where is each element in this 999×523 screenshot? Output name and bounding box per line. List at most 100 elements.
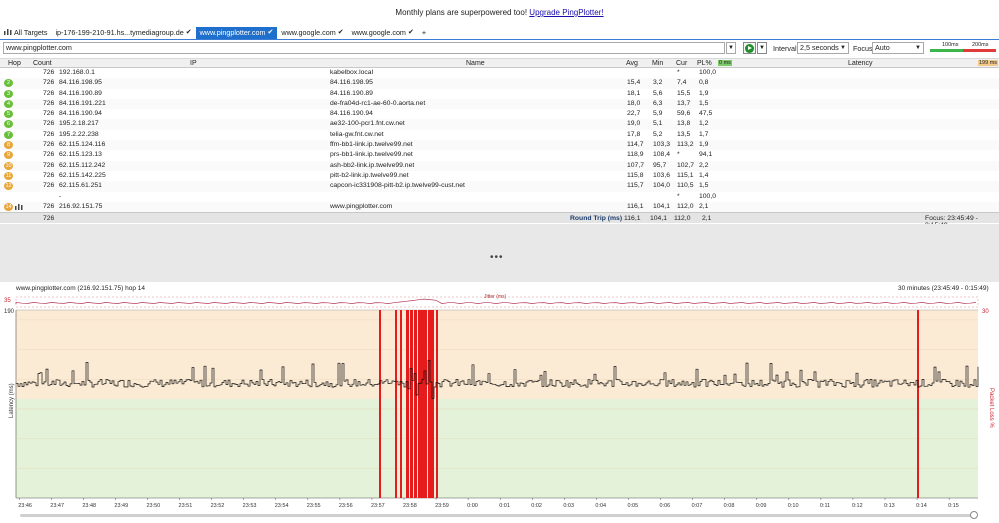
tab-2[interactable]: www.pingplotter.com ✔ bbox=[195, 27, 278, 39]
y-max-label: 190 bbox=[4, 309, 15, 315]
col-ip[interactable]: IP bbox=[190, 60, 197, 67]
hop-count: 726 bbox=[43, 69, 55, 76]
time-label: 23:57 bbox=[371, 503, 385, 509]
upgrade-link[interactable]: Upgrade PingPlotter! bbox=[529, 8, 603, 17]
hop-min: 103,3 bbox=[653, 141, 671, 149]
target-dropdown-button[interactable]: ▼ bbox=[726, 42, 736, 54]
hop-pl: 1,5 bbox=[699, 99, 709, 107]
hop-cur: * bbox=[677, 69, 680, 76]
legend-200: 200ms bbox=[972, 42, 989, 48]
time-label: 0:14 bbox=[916, 503, 927, 509]
hop-min: 5,9 bbox=[653, 110, 663, 118]
hop-ip: 62.115.124.116 bbox=[59, 141, 106, 149]
tab-label: ip-176-199-210-91.hs...tymediagroup.de bbox=[55, 28, 184, 37]
time-label: 23:58 bbox=[403, 503, 417, 509]
col-pl[interactable]: PL% bbox=[697, 60, 712, 67]
hop-row[interactable]: 12 726 62.115.61.251 capcon-ic331908-pitt-b… bbox=[0, 181, 999, 192]
hop-name: 84.116.190.94 bbox=[330, 110, 373, 118]
hop-row[interactable]: 3 726 84.116.190.89 84.116.190.89 18,1 5,6 15,… bbox=[0, 88, 999, 99]
hop-name: prs-bb1-link.ip.twelve99.net bbox=[330, 151, 413, 159]
hop-number: 4 bbox=[4, 99, 13, 108]
hop-row[interactable]: 2 726 84.116.198.95 84.116.198.95 15,4 3,2 7,4… bbox=[0, 78, 999, 89]
upgrade-banner: Monthly plans are superpowered too! Upgr… bbox=[0, 8, 999, 17]
hop-pl: 100,0 bbox=[699, 69, 717, 76]
packet-loss-bar bbox=[395, 310, 397, 498]
hop-name: ash-bb2-link.ip.twelve99.net bbox=[330, 161, 415, 169]
hop-row[interactable]: 9 726 62.115.123.13 prs-bb1-link.ip.twelve9… bbox=[0, 150, 999, 161]
col-avg[interactable]: Avg bbox=[626, 60, 638, 67]
packet-loss-bar bbox=[436, 310, 438, 498]
tab-0[interactable]: All Targets bbox=[0, 27, 51, 39]
packet-loss-bar bbox=[410, 310, 413, 498]
hop-number: 12 bbox=[4, 182, 13, 191]
hop-ip: 62.115.142.225 bbox=[59, 171, 106, 179]
col-count[interactable]: Count bbox=[33, 60, 52, 67]
hop-count: 726 bbox=[43, 89, 55, 97]
footer-label: Round Trip (ms) bbox=[570, 215, 623, 223]
hop-pl: 1,5 bbox=[699, 182, 709, 190]
tab-1[interactable]: ip-176-199-210-91.hs...tymediagroup.de ✔ bbox=[51, 27, 195, 39]
check-icon: ✔ bbox=[267, 29, 274, 36]
start-button[interactable] bbox=[743, 42, 756, 54]
hop-number: 5 bbox=[4, 110, 13, 119]
hop-row[interactable]: 11 726 62.115.142.225 pitt-b2-link.ip.twelv… bbox=[0, 170, 999, 182]
col-cur[interactable]: Cur bbox=[676, 60, 687, 67]
footer-count: 726 bbox=[43, 215, 55, 223]
hop-name: telia-gw.fnt.cw.net bbox=[330, 130, 384, 138]
hop-row[interactable]: 7 726 195.2.22.238 telia-gw.fnt.cw.net 17,8 5… bbox=[0, 129, 999, 141]
timeline-scroll-thumb[interactable] bbox=[970, 511, 978, 519]
col-hop[interactable]: Hop bbox=[8, 60, 21, 67]
hop-row[interactable]: 6 726 195.2.18.217 ae32-100-pcr1.fnt.cw.net… bbox=[0, 119, 999, 130]
interval-select[interactable]: 2,5 seconds ▼ bbox=[797, 42, 849, 54]
tab-label: www.pingplotter.com bbox=[199, 28, 266, 37]
timeline-scrollbar[interactable] bbox=[20, 514, 975, 517]
hop-avg: 107,7 bbox=[627, 161, 645, 169]
col-latency[interactable]: Latency bbox=[848, 60, 873, 67]
splitter-handle[interactable]: ••• bbox=[490, 252, 504, 263]
focus-select[interactable]: Auto ▼ bbox=[872, 42, 924, 54]
interval-value: 2,5 seconds bbox=[800, 43, 839, 52]
footer-avg: 116,1 bbox=[624, 215, 641, 223]
hop-avg: 18,1 bbox=[627, 89, 641, 97]
start-dropdown-button[interactable]: ▼ bbox=[757, 42, 767, 54]
hop-count: 726 bbox=[43, 79, 55, 87]
tab-3[interactable]: www.google.com ✔ bbox=[277, 27, 347, 39]
time-label: 0:11 bbox=[820, 503, 830, 509]
tab-4[interactable]: www.google.com ✔ bbox=[348, 27, 418, 39]
hop-ip: 62.115.61.251 bbox=[59, 182, 102, 190]
tab-label: www.google.com bbox=[351, 28, 406, 37]
packet-loss-bar bbox=[400, 310, 402, 498]
hop-name: www.pingplotter.com bbox=[330, 202, 393, 210]
hop-row[interactable]: 5 726 84.116.190.94 84.116.190.94 22,7 5,9 59,… bbox=[0, 109, 999, 120]
target-input[interactable]: www.pingplotter.com bbox=[3, 42, 725, 54]
hop-cur: * bbox=[677, 192, 680, 200]
hop-row[interactable]: 4 726 84.116.191.221 de-fra04d-rc1-ae-60-0.… bbox=[0, 98, 999, 110]
hop-avg: 17,8 bbox=[627, 130, 641, 138]
hop-ip: - bbox=[59, 192, 62, 200]
hop-cur: * bbox=[677, 151, 680, 159]
packet-loss-bar bbox=[431, 310, 434, 498]
hop-avg: 22,7 bbox=[627, 110, 641, 118]
tab-5[interactable]: + bbox=[418, 27, 430, 39]
time-label: 23:59 bbox=[435, 503, 449, 509]
hop-row[interactable]: - * 100,0 bbox=[0, 191, 999, 202]
hop-count: 726 bbox=[43, 99, 55, 107]
timeline-range: 30 minutes (23:45:49 - 0:15:49) bbox=[898, 285, 989, 292]
hop-min: 5,6 bbox=[653, 89, 663, 97]
hop-row[interactable]: 10 726 62.115.112.242 ash-bb2-link.ip.twelv… bbox=[0, 160, 999, 171]
hop-row[interactable]: 8 726 62.115.124.116 ffm-bb1-link.ip.twelve… bbox=[0, 140, 999, 151]
hop-number: 6 bbox=[4, 120, 13, 129]
col-name[interactable]: Name bbox=[466, 60, 485, 67]
play-icon bbox=[745, 43, 754, 53]
timeline-graph[interactable]: 35 Jitter (ms) 190 30 Latency (ms) Packet Los… bbox=[0, 293, 999, 515]
time-label: 0:10 bbox=[788, 503, 799, 509]
hop-min: 6,3 bbox=[653, 99, 663, 107]
hop-cur: 112,0 bbox=[677, 202, 694, 210]
hop-row[interactable]: 726 192.168.0.1 kabelbox.local * 100,0 bbox=[0, 68, 999, 79]
hop-ip: 195.2.22.238 bbox=[59, 130, 99, 138]
hop-row[interactable]: 14 726 216.92.151.75 www.pingplotter.com 116… bbox=[0, 201, 999, 213]
round-trip-row: 726 Round Trip (ms) 116,1 104,1 112,0 2,… bbox=[0, 212, 999, 229]
time-label: 0:02 bbox=[531, 503, 542, 509]
col-min[interactable]: Min bbox=[652, 60, 663, 67]
hop-cur: 15,5 bbox=[677, 89, 691, 97]
